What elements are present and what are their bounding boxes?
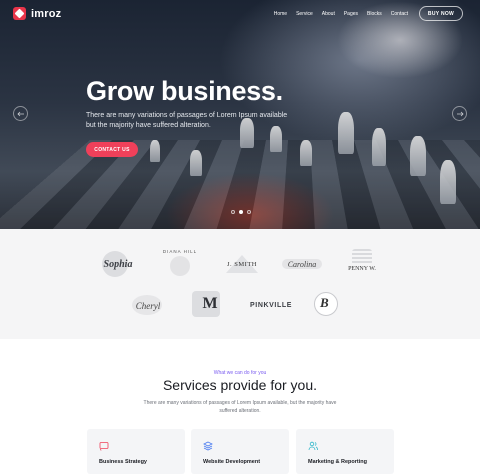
client-logo-cheryl[interactable]: Cheryl	[128, 293, 168, 319]
chess-piece	[338, 112, 354, 154]
layers-icon	[203, 441, 213, 451]
nav-item-pages[interactable]: Pages	[344, 11, 358, 17]
nav-item-about[interactable]: About	[322, 11, 335, 17]
chess-piece	[440, 160, 456, 204]
nav-item-blocks[interactable]: Blocks	[367, 11, 382, 17]
users-icon	[308, 441, 318, 451]
client-logo-pinkville[interactable]: PINKVILLE	[250, 295, 292, 315]
slider-dot[interactable]	[231, 210, 235, 214]
chess-piece	[410, 136, 426, 176]
services-title: Services provide for you.	[162, 377, 318, 393]
service-card-label: Marketing & Reporting	[308, 459, 367, 465]
hero-banner: imroz Home Service About Pages Blocks Co…	[0, 0, 480, 229]
arrow-right-icon[interactable]	[452, 106, 467, 121]
client-logo-sophia[interactable]: Sophia	[96, 251, 140, 277]
client-logo-penny-w[interactable]: PENNY W.	[344, 249, 380, 277]
cast-icon	[99, 442, 109, 451]
client-logo-text: M	[202, 295, 218, 312]
client-logos: Sophia DIANA HILL J. SMITH Carolina PENN…	[0, 229, 480, 339]
client-logo-m[interactable]: M	[190, 289, 230, 319]
client-logo-text: PENNY W.	[348, 266, 376, 272]
client-logo-text: Sophia	[103, 258, 133, 270]
main-menu: Home Service About Pages Blocks Contact	[274, 11, 408, 17]
logo-blob	[352, 249, 372, 265]
nav-item-contact[interactable]: Contact	[391, 11, 408, 17]
service-card-marketing-reporting[interactable]: Marketing & Reporting	[296, 429, 394, 474]
logo-blob	[170, 256, 190, 276]
slider-dot-active[interactable]	[239, 210, 243, 214]
chess-piece	[150, 140, 160, 162]
client-logo-text: B	[320, 295, 329, 310]
service-card-business-strategy[interactable]: Business Strategy	[87, 429, 185, 474]
nav-item-home[interactable]: Home	[274, 11, 287, 17]
slider-dot[interactable]	[247, 210, 251, 214]
client-logo-text: DIANA HILL	[162, 249, 198, 254]
chess-piece	[300, 140, 312, 166]
service-card-label: Business Strategy	[99, 459, 147, 465]
hero-subtitle: There are many variations of passages of…	[86, 112, 288, 129]
contact-us-button[interactable]: CONTACT US	[86, 142, 138, 157]
buy-now-button[interactable]: BUY NOW	[419, 6, 463, 21]
nav-item-service[interactable]: Service	[296, 11, 313, 17]
services-description: There are many variations of passages of…	[143, 400, 337, 414]
top-nav: imroz Home Service About Pages Blocks Co…	[0, 0, 480, 30]
client-logo-text: Cheryl	[135, 301, 161, 311]
client-logo-b[interactable]: B	[312, 291, 352, 317]
hero-title: Grow business.	[86, 76, 283, 106]
service-card-website-development[interactable]: Website Development	[191, 429, 289, 474]
client-logo-diana-hill[interactable]: DIANA HILL	[160, 247, 200, 281]
logo[interactable]: imroz	[13, 7, 61, 20]
chess-piece	[372, 128, 386, 166]
client-logo-carolina[interactable]: Carolina	[282, 257, 322, 271]
logo-text: imroz	[31, 7, 62, 20]
services-section: What we can do for you Services provide …	[0, 339, 480, 474]
client-logo-text: Carolina	[287, 259, 317, 269]
client-logo-text: PINKVILLE	[250, 301, 292, 309]
arrow-left-icon[interactable]	[13, 106, 28, 121]
services-kicker: What we can do for you	[213, 370, 267, 376]
service-card-label: Website Development	[203, 459, 261, 465]
client-logo-text: J. SMITH	[226, 260, 257, 268]
logo-icon	[13, 7, 26, 20]
client-logo-j-smith[interactable]: J. SMITH	[222, 255, 262, 273]
slider-dots	[231, 210, 251, 214]
chess-piece	[190, 150, 202, 176]
